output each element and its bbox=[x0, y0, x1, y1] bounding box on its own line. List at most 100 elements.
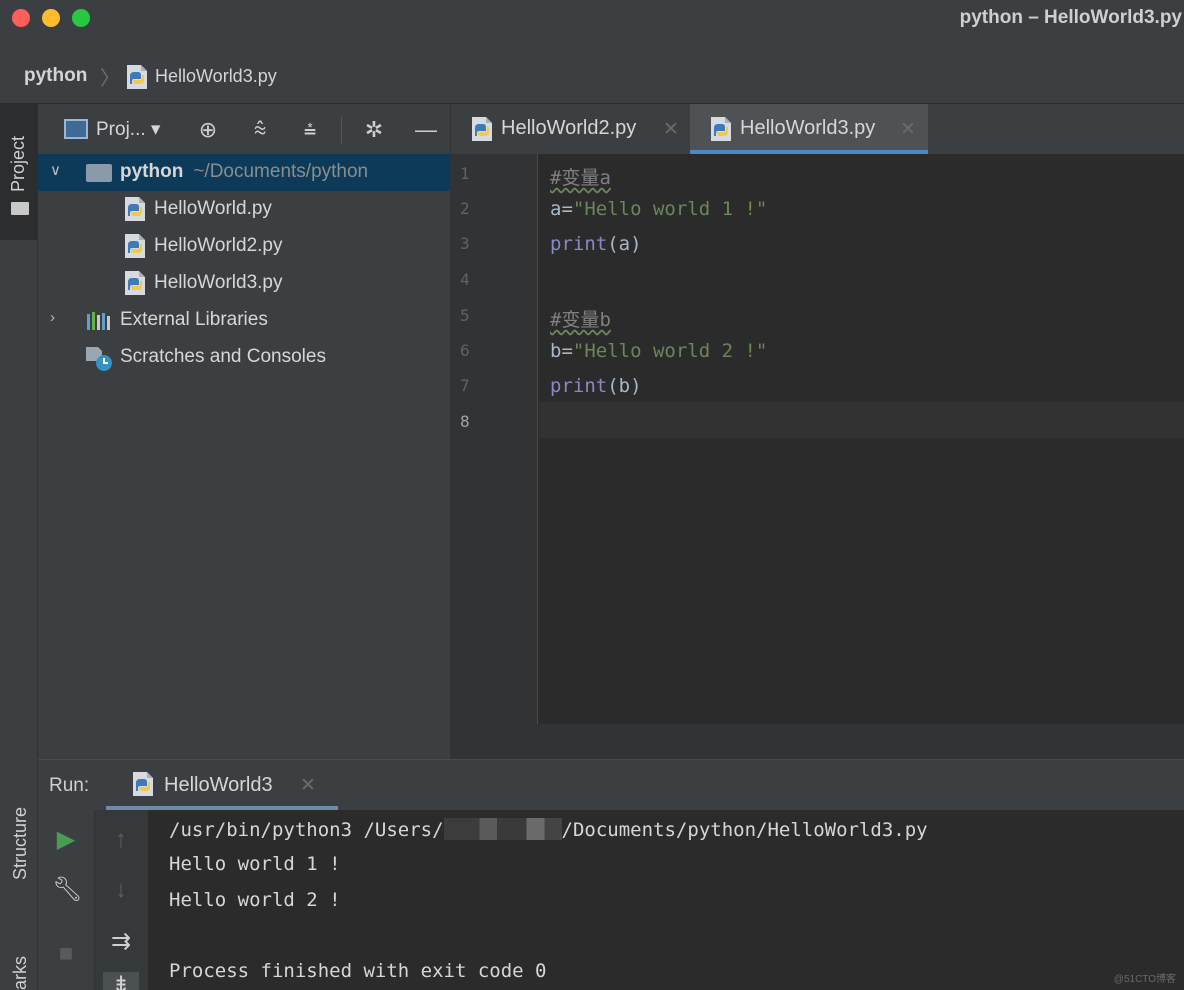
tab-helloworld3[interactable]: HelloWorld3.py ✕ bbox=[690, 104, 928, 154]
tree-item-path: ~/Documents/python bbox=[193, 161, 369, 182]
run-tab-label: HelloWorld3 bbox=[164, 774, 273, 796]
code-args: (a) bbox=[607, 233, 642, 255]
project-panel: Proj... ▾ ⊕ ⩯ ⩮ ✲ — ∨ python ~/Documents/… bbox=[38, 104, 450, 759]
console-output-line: Hello world 1 ! bbox=[169, 853, 341, 875]
project-view-icon bbox=[64, 119, 88, 139]
bookmarks-tool-label[interactable]: arks bbox=[10, 956, 31, 990]
structure-tool-label: Structure bbox=[10, 806, 30, 880]
close-icon[interactable]: ✕ bbox=[663, 118, 679, 141]
line-number: 6 bbox=[460, 341, 470, 360]
code-line-5: #变量b bbox=[550, 305, 611, 332]
wrench-icon[interactable]: 🔧︎ bbox=[52, 876, 82, 904]
libraries-icon bbox=[87, 312, 110, 330]
project-view-dropdown[interactable]: Proj... ▾ bbox=[96, 118, 160, 141]
left-tool-strip: Project Structure arks bbox=[0, 104, 38, 990]
line-number: 3 bbox=[460, 234, 470, 253]
close-icon[interactable]: ✕ bbox=[900, 118, 916, 141]
tree-item-external-libraries[interactable]: › External Libraries bbox=[38, 302, 450, 339]
expand-all-icon[interactable]: ⩯ bbox=[247, 117, 273, 143]
line-number-current: 8 bbox=[460, 412, 470, 431]
code-line-7: print(b) bbox=[550, 375, 642, 397]
run-panel: Run: HelloWorld3 ✕ ▶ 🔧︎ ■ ↑ ↓ ⇉ ⇟ /usr/b… bbox=[38, 759, 1184, 990]
tree-item-label: HelloWorld.py bbox=[154, 198, 272, 219]
toolbar-divider bbox=[341, 116, 342, 144]
editor-tabs: HelloWorld2.py ✕ HelloWorld3.py ✕ bbox=[450, 104, 1184, 154]
locate-file-icon[interactable]: ⊕ bbox=[195, 117, 221, 143]
tree-item-python-folder[interactable]: ∨ python ~/Documents/python bbox=[38, 154, 450, 191]
console-command: /usr/bin/python3 /Users/ /Documents/pytho… bbox=[169, 818, 928, 841]
collapse-all-icon[interactable]: ⩮ bbox=[297, 117, 323, 143]
line-number: 7 bbox=[460, 376, 470, 395]
close-window-button[interactable] bbox=[12, 9, 30, 27]
console-command-prefix: /usr/bin/python3 /Users/ bbox=[169, 819, 444, 841]
folder-icon bbox=[86, 164, 112, 182]
breadcrumb-separator-icon: 〉 bbox=[100, 68, 120, 90]
python-file-icon bbox=[127, 65, 147, 89]
console-output[interactable]: /usr/bin/python3 /Users/ /Documents/pytho… bbox=[148, 810, 1184, 990]
project-toolbar: Proj... ▾ ⊕ ⩯ ⩮ ✲ — bbox=[38, 104, 450, 154]
tree-item-helloworld3[interactable]: HelloWorld3.py bbox=[38, 265, 450, 302]
run-label: Run: bbox=[49, 775, 90, 796]
project-tool-button[interactable]: Project bbox=[0, 104, 38, 240]
stop-icon[interactable]: ■ bbox=[52, 940, 80, 968]
python-file-icon bbox=[125, 234, 145, 258]
tree-item-label: HelloWorld2.py bbox=[154, 235, 283, 256]
run-toolbar-secondary: ↑ ↓ ⇉ ⇟ bbox=[94, 810, 148, 990]
run-tab-helloworld3[interactable]: HelloWorld3 ✕ bbox=[106, 760, 338, 810]
code-line-2: a="Hello world 1 !" bbox=[550, 198, 767, 220]
window-title: python – HelloWorld3.py bbox=[959, 7, 1182, 28]
hide-panel-icon[interactable]: — bbox=[413, 117, 439, 143]
current-line-highlight bbox=[539, 402, 1184, 438]
tab-label: HelloWorld3.py bbox=[740, 117, 876, 139]
python-icon bbox=[133, 772, 153, 796]
python-file-icon bbox=[125, 271, 145, 295]
minimize-window-button[interactable] bbox=[42, 9, 60, 27]
code-line-6: b="Hello world 2 !" bbox=[550, 340, 767, 362]
zoom-window-button[interactable] bbox=[72, 9, 90, 27]
line-number: 1 bbox=[460, 164, 470, 183]
breadcrumb-project[interactable]: python bbox=[24, 65, 87, 87]
line-number-gutter: 1 2 3 4 5 6 7 8 bbox=[450, 154, 538, 724]
run-toolbar: ▶ 🔧︎ ■ ↑ ↓ ⇉ ⇟ bbox=[38, 810, 148, 990]
arrow-up-icon[interactable]: ↑ bbox=[107, 826, 135, 854]
code-editor[interactable]: #变量a a="Hello world 1 !" print(a) #变量b b… bbox=[539, 154, 1184, 724]
breadcrumb-file[interactable]: HelloWorld3.py bbox=[155, 66, 277, 87]
line-number: 2 bbox=[460, 199, 470, 218]
tree-item-scratches[interactable]: Scratches and Consoles bbox=[38, 339, 450, 376]
console-exit-line: Process finished with exit code 0 bbox=[169, 960, 547, 982]
arrow-down-icon[interactable]: ↓ bbox=[107, 876, 135, 904]
code-string: "Hello world 1 !" bbox=[572, 198, 768, 220]
tree-item-helloworld2[interactable]: HelloWorld2.py bbox=[38, 228, 450, 265]
scroll-to-end-icon[interactable]: ⇟ bbox=[103, 972, 139, 990]
python-file-icon bbox=[125, 197, 145, 221]
soft-wrap-icon[interactable]: ⇉ bbox=[107, 928, 135, 956]
code-line-1: #变量a bbox=[550, 163, 611, 190]
console-command-suffix: /Documents/python/HelloWorld3.py bbox=[561, 819, 928, 841]
close-icon[interactable]: ✕ bbox=[300, 774, 316, 797]
code-comment: #变量a bbox=[550, 167, 611, 189]
title-bar: python – HelloWorld3.py bbox=[0, 0, 1184, 36]
python-file-icon bbox=[472, 117, 492, 141]
tree-item-helloworld[interactable]: HelloWorld.py bbox=[38, 191, 450, 228]
tab-helloworld2[interactable]: HelloWorld2.py ✕ bbox=[451, 104, 689, 154]
code-args: (b) bbox=[607, 375, 642, 397]
watermark: @51CTO博客 bbox=[1113, 974, 1176, 985]
navigation-bar: python 〉 HelloWorld3.py bbox=[0, 36, 1184, 104]
tree-item-label: External Libraries bbox=[120, 309, 268, 330]
tree-item-label: HelloWorld3.py bbox=[154, 272, 283, 293]
code-builtin: print bbox=[550, 233, 608, 255]
redacted-username bbox=[443, 818, 562, 840]
gear-icon[interactable]: ✲ bbox=[361, 117, 387, 143]
editor-bottom-strip bbox=[450, 724, 1184, 759]
rerun-icon[interactable]: ▶ bbox=[52, 826, 80, 854]
line-number: 4 bbox=[460, 270, 470, 289]
folder-icon bbox=[11, 202, 29, 215]
run-header: Run: HelloWorld3 ✕ bbox=[38, 760, 1184, 810]
scratches-icon bbox=[86, 347, 112, 371]
chevron-down-icon[interactable]: ∨ bbox=[50, 161, 61, 179]
tree-item-label: Scratches and Consoles bbox=[120, 346, 326, 367]
chevron-right-icon[interactable]: › bbox=[50, 309, 55, 326]
editor-area: HelloWorld2.py ✕ HelloWorld3.py ✕ 1 2 3 … bbox=[450, 104, 1184, 759]
code-assignment: b= bbox=[550, 340, 573, 362]
code-comment: #变量b bbox=[550, 309, 611, 331]
